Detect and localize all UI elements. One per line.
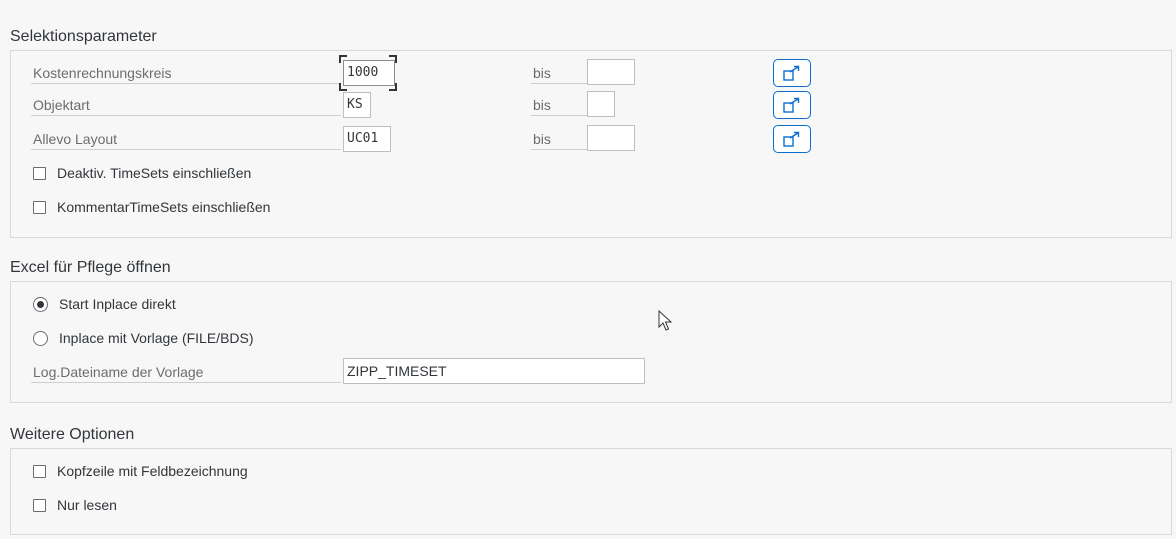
template-filename-input[interactable]: ZIPP_TIMESET [343, 358, 645, 384]
section-title-options: Weitere Optionen [10, 426, 135, 443]
radio-start-inplace[interactable]: Start Inplace direkt [33, 294, 176, 314]
checkbox-deaktiv-timesets[interactable]: Deaktiv. TimeSets einschließen [33, 163, 251, 183]
bis-label: bis [531, 94, 587, 116]
checkbox-kommentar-timesets[interactable]: KommentarTimeSets einschließen [33, 197, 270, 217]
label-log-dateiname: Log.Dateiname der Vorlage [31, 361, 341, 383]
checkbox-nur-lesen[interactable]: Nur lesen [33, 495, 117, 515]
options-group: Kopfzeile mit Feldbezeichnung Nur lesen [10, 448, 1172, 535]
allevo-layout-to-input[interactable] [587, 125, 635, 151]
kostenrechnungskreis-to-input[interactable] [587, 59, 635, 85]
multiple-selection-button[interactable] [773, 125, 811, 153]
multiple-selection-button[interactable] [773, 91, 811, 119]
label-kostenrechnungskreis: Kostenrechnungskreis [31, 62, 341, 84]
radio-button[interactable] [33, 330, 48, 346]
bis-label: bis [531, 62, 587, 84]
multiple-selection-button[interactable] [773, 59, 811, 87]
radio-label: Start Inplace direkt [59, 296, 176, 312]
mouse-cursor-icon [658, 310, 672, 331]
multiple-selection-icon [783, 97, 800, 113]
bis-label: bis [531, 128, 587, 150]
checkbox-label: Nur lesen [57, 497, 117, 513]
radio-inplace-vorlage[interactable]: Inplace mit Vorlage (FILE/BDS) [33, 328, 254, 348]
radio-label: Inplace mit Vorlage (FILE/BDS) [59, 330, 254, 346]
checkbox[interactable] [33, 200, 46, 214]
section-title-selection: Selektionsparameter [10, 28, 157, 45]
objektart-input[interactable]: KS [343, 92, 371, 118]
kostenrechnungskreis-input[interactable]: 1000 [343, 60, 395, 86]
multiple-selection-icon [783, 131, 800, 147]
checkbox-label: Deaktiv. TimeSets einschließen [57, 165, 252, 181]
allevo-layout-input[interactable]: UC01 [343, 126, 391, 152]
section-title-excel: Excel für Pflege öffnen [10, 259, 171, 276]
label-objektart: Objektart [31, 94, 341, 116]
checkbox[interactable] [33, 464, 46, 478]
radio-button-selected[interactable] [33, 296, 48, 312]
checkbox[interactable] [33, 498, 46, 512]
selection-group: Kostenrechnungskreis 1000 bis Objektart … [10, 50, 1172, 238]
checkbox-label: KommentarTimeSets einschließen [57, 199, 271, 215]
objektart-to-input[interactable] [587, 91, 615, 117]
label-allevo-layout: Allevo Layout [31, 128, 341, 150]
excel-group: Start Inplace direkt Inplace mit Vorlage… [10, 281, 1172, 403]
checkbox-label: Kopfzeile mit Feldbezeichnung [57, 463, 248, 479]
checkbox-kopfzeile[interactable]: Kopfzeile mit Feldbezeichnung [33, 461, 248, 481]
multiple-selection-icon [783, 65, 800, 81]
checkbox[interactable] [33, 166, 46, 180]
